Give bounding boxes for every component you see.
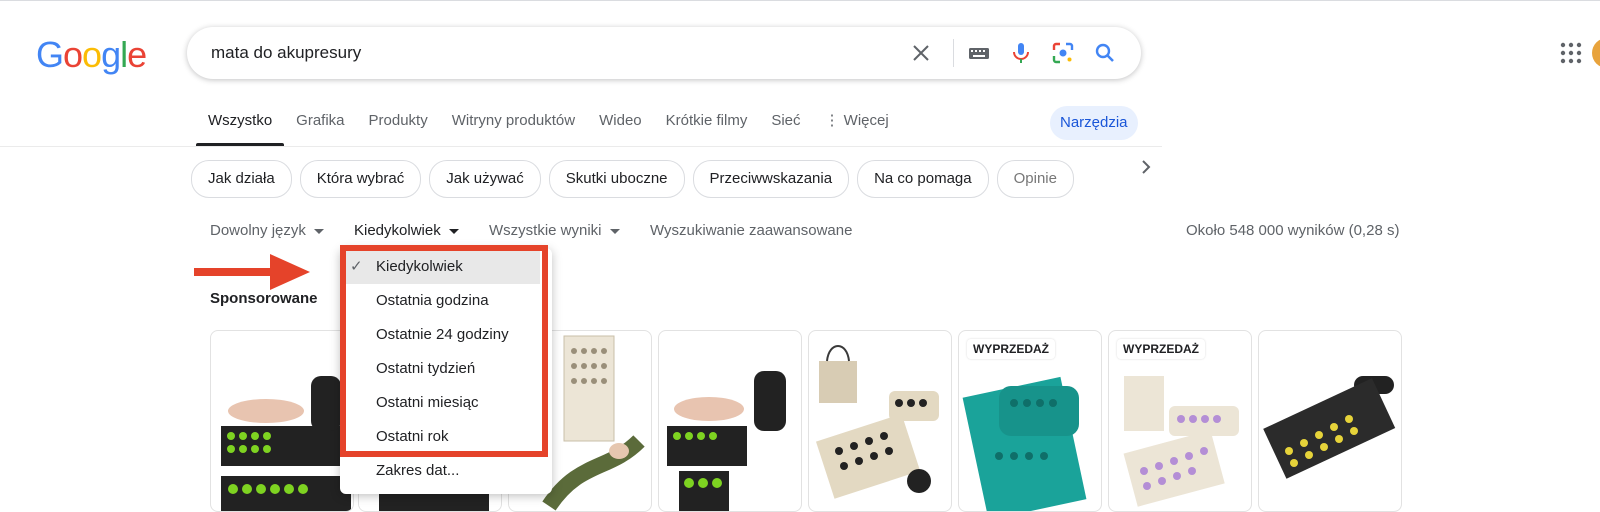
product-image [815, 345, 939, 499]
tab-more[interactable]: ⋮ Więcej [813, 104, 901, 146]
chip[interactable]: Skutki uboczne [548, 160, 685, 198]
chip[interactable]: Opinie [996, 160, 1074, 198]
menu-item-past-year[interactable]: Ostatni rok [340, 420, 540, 454]
dropdown-arrow-icon [609, 228, 620, 234]
search-tabs: Wszystko Grafika Produkty Witryny produk… [196, 104, 901, 146]
sale-badge: WYPRZEDAŻ [1117, 339, 1205, 359]
search-box[interactable]: mata do akupresury [187, 27, 1141, 79]
results-stats: Około 548 000 wyników (0,28 s) [1186, 222, 1400, 239]
tab-video[interactable]: Wideo [587, 104, 654, 146]
divider [953, 39, 954, 67]
time-filter[interactable]: Kiedykolwiek [354, 222, 459, 239]
product-card[interactable]: WYPRZEDAŻ [958, 330, 1102, 512]
dropdown-arrow-icon [313, 228, 324, 234]
menu-item-date-range[interactable]: Zakres dat... [340, 454, 540, 488]
dropdown-arrow-icon [448, 228, 459, 234]
product-card[interactable]: WYPRZEDAŻ [1108, 330, 1252, 512]
menu-item-label: Kiedykolwiek [376, 258, 463, 275]
logo-letter: G [36, 34, 64, 75]
chip[interactable]: Przeciwwskazania [692, 160, 850, 198]
logo-letter: l [120, 34, 128, 75]
tab-web[interactable]: Sieć [759, 104, 812, 146]
advanced-search-link[interactable]: Wyszukiwanie zaawansowane [650, 222, 852, 239]
menu-item-anytime[interactable]: ✓ Kiedykolwiek [340, 250, 540, 284]
sale-badge: WYPRZEDAŻ [967, 339, 1055, 359]
menu-item-past-24h[interactable]: Ostatnie 24 godziny [340, 318, 540, 352]
annotation-arrow-icon [194, 254, 310, 290]
results-filter-label: Wszystkie wyniki [489, 222, 602, 239]
logo-letter: o [82, 34, 102, 75]
mic-icon[interactable] [1009, 41, 1033, 65]
search-input[interactable]: mata do akupresury [211, 43, 361, 63]
language-filter-label: Dowolny język [210, 222, 306, 239]
close-icon[interactable] [909, 41, 933, 65]
product-card[interactable] [1258, 330, 1402, 512]
time-filter-label: Kiedykolwiek [354, 222, 441, 239]
product-image [221, 376, 351, 511]
tab-short-videos[interactable]: Krótkie filmy [654, 104, 760, 146]
product-card[interactable] [210, 330, 354, 512]
menu-item-past-week[interactable]: Ostatni tydzień [340, 352, 540, 386]
refinement-chips: Jak działa Która wybrać Jak używać Skutk… [191, 160, 1074, 198]
menu-item-past-month[interactable]: Ostatni miesiąc [340, 386, 540, 420]
avatar[interactable] [1592, 38, 1600, 68]
tab-product-sites[interactable]: Witryny produktów [440, 104, 587, 146]
logo-letter: o [63, 34, 83, 75]
logo-letter: e [127, 34, 147, 75]
google-logo[interactable]: Google [36, 34, 147, 76]
keyboard-icon[interactable] [967, 41, 991, 65]
tab-products[interactable]: Produkty [357, 104, 440, 146]
logo-letter: g [101, 34, 121, 75]
time-filter-menu: ✓ Kiedykolwiek Ostatnia godzina Ostatnie… [340, 248, 552, 494]
chip[interactable]: Jak działa [191, 160, 292, 198]
chip[interactable]: Która wybrać [299, 160, 422, 198]
search-icon[interactable] [1093, 41, 1117, 65]
chevron-right-icon[interactable] [1136, 157, 1156, 177]
chip[interactable]: Na co pomaga [857, 160, 989, 198]
product-card[interactable] [808, 330, 952, 512]
results-filter[interactable]: Wszystkie wyniki [489, 222, 620, 239]
menu-item-past-hour[interactable]: Ostatnia godzina [340, 284, 540, 318]
product-image [667, 371, 786, 511]
product-card[interactable] [658, 330, 802, 512]
tab-all[interactable]: Wszystko [196, 104, 285, 146]
check-icon: ✓ [350, 258, 363, 275]
apps-grid-icon[interactable] [1560, 42, 1582, 64]
product-image [1263, 376, 1396, 479]
lens-icon[interactable] [1051, 41, 1075, 65]
sponsored-heading: Sponsorowane [210, 290, 318, 307]
divider [0, 146, 1162, 147]
tab-images[interactable]: Grafika [284, 104, 356, 146]
chip[interactable]: Jak używać [429, 160, 541, 198]
language-filter[interactable]: Dowolny język [210, 222, 324, 239]
top-border [0, 0, 1600, 1]
tools-button[interactable]: Narzędzia [1050, 106, 1138, 140]
